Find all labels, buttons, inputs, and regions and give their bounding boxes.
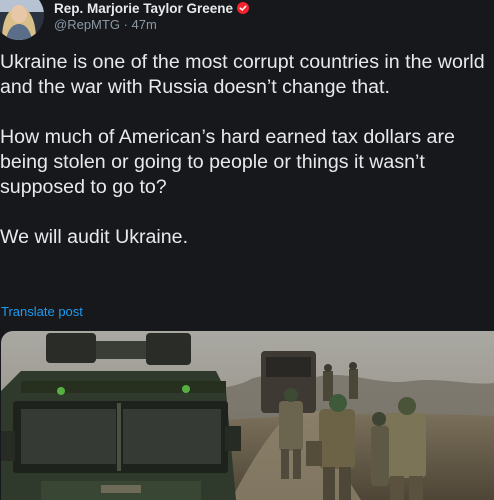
soldiers-photo (1, 331, 494, 500)
tweet-screenshot: Rep. Marjorie Taylor Greene @RepMTG · 47… (0, 0, 494, 500)
avatar-photo (0, 0, 44, 40)
post-time[interactable]: 47m (132, 17, 157, 32)
translate-post-link[interactable]: Translate post (1, 304, 83, 319)
author-display-name[interactable]: Rep. Marjorie Taylor Greene (54, 1, 233, 16)
post-line: being stolen or going to people or thing… (0, 151, 425, 173)
post-paragraph: We will audit Ukraine. (0, 225, 494, 250)
post-line: and the war with Russia doesn’t change t… (0, 76, 390, 98)
author-avatar[interactable] (0, 0, 44, 40)
post-header: Rep. Marjorie Taylor Greene @RepMTG · 47… (0, 0, 494, 40)
post-line: We will audit Ukraine. (0, 226, 189, 248)
author-handle-line: @RepMTG · 47m (54, 17, 157, 32)
verified-badge-icon (237, 2, 250, 14)
post-paragraph: How much of American’s hard earned tax d… (0, 125, 494, 200)
author-handle[interactable]: @RepMTG (54, 17, 120, 32)
post-line: Ukraine is one of the most corrupt count… (0, 51, 485, 73)
post-paragraph: Ukraine is one of the most corrupt count… (0, 50, 494, 100)
meta-separator: · (123, 17, 128, 32)
author-name-line: Rep. Marjorie Taylor Greene (54, 0, 250, 16)
post-media-image[interactable] (1, 331, 494, 500)
post-line: supposed to go to? (0, 176, 167, 198)
post-text: Ukraine is one of the most corrupt count… (0, 50, 494, 275)
post-line: How much of American’s hard earned tax d… (0, 126, 455, 148)
